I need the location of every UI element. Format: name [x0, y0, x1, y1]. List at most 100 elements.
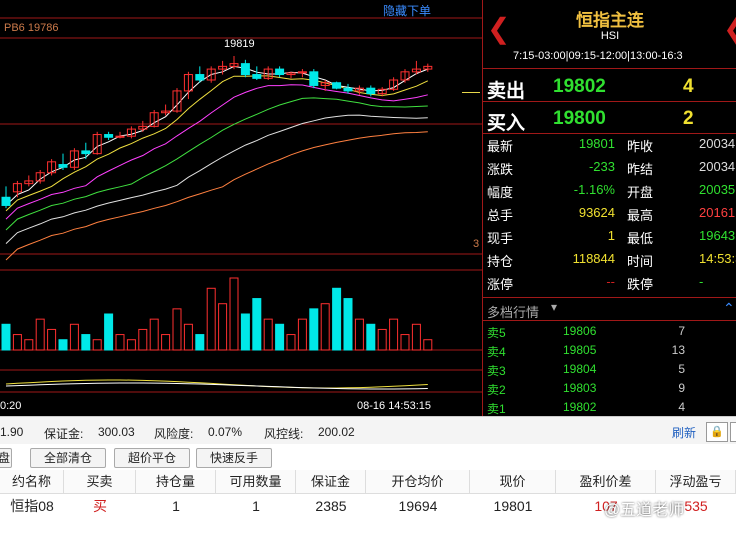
lock-icon[interactable]: 🔒: [706, 422, 728, 442]
stat-value: 20161: [699, 205, 736, 220]
depth-row[interactable]: 卖5 19806 7: [483, 324, 736, 342]
candle-body: [343, 87, 353, 92]
volume-bar: [423, 339, 433, 351]
column-header[interactable]: 保证金: [296, 470, 366, 494]
volume-bar: [206, 287, 216, 351]
over-price-close-button[interactable]: 超价平仓: [114, 448, 190, 468]
hide-order-link[interactable]: 隐藏下单: [383, 2, 431, 19]
volume-bar: [218, 303, 228, 351]
moving-average-line: [5, 65, 428, 206]
divider: [483, 320, 736, 321]
volume-bar: [115, 334, 125, 351]
buy-qty: 2: [683, 108, 694, 129]
buy-row[interactable]: 买入 19800 2: [483, 104, 736, 134]
depth-price: 19802: [563, 400, 597, 414]
volume-bar: [389, 318, 399, 351]
depth-row[interactable]: 卖3 19804 5: [483, 362, 736, 380]
depth-qty: 4: [678, 400, 685, 414]
column-header[interactable]: 可用数量: [216, 470, 296, 494]
column-header[interactable]: 开仓均价: [366, 470, 470, 494]
margin-label: 保证金:: [44, 427, 84, 441]
column-header[interactable]: 买卖: [64, 470, 136, 494]
volume-bar: [69, 323, 79, 351]
control-label: 风控线:: [264, 427, 304, 441]
column-header[interactable]: 浮动盈亏: [656, 470, 736, 494]
depth-label: 卖2: [487, 383, 506, 397]
volume-bar: [377, 328, 387, 351]
divider: [483, 101, 736, 102]
quick-reverse-button[interactable]: 快速反手: [196, 448, 272, 468]
stat-value: -233: [588, 159, 615, 174]
candle-body: [252, 74, 262, 79]
action-bar: 盘 全部清仓 超价平仓 快速反手: [0, 444, 736, 471]
stat-label: 跌停: [627, 277, 654, 292]
sell-label: 卖出: [487, 81, 526, 102]
stat-label: 昨结: [627, 162, 654, 177]
stat-label: 最高: [627, 208, 654, 223]
depth-row[interactable]: 卖4 19805 13: [483, 343, 736, 361]
symbol-code: HSI: [600, 30, 620, 42]
volume-bar: [275, 323, 285, 351]
depth-price: 19803: [563, 381, 597, 395]
volume-bar: [195, 334, 205, 351]
volume-bar: [309, 308, 319, 351]
volume-bar: [92, 339, 102, 351]
volume-bar: [400, 334, 410, 351]
collapse-icon[interactable]: ⌃: [723, 300, 735, 317]
volume-bar: [297, 318, 307, 351]
control-value: 200.02: [318, 425, 355, 439]
trading-hours: 7:15-03:00|09:15-12:00|13:00-16:3: [513, 50, 683, 62]
volume-bar: [12, 334, 22, 351]
candle-body: [58, 164, 68, 168]
table-cell: 19801: [493, 498, 533, 514]
depth-row[interactable]: 卖2 19803 9: [483, 381, 736, 399]
volume-bar: [81, 334, 91, 351]
volume-bar: [320, 303, 330, 351]
volume-bar: [1, 323, 11, 351]
buy-price: 19800: [553, 108, 606, 129]
volume-bar: [240, 313, 250, 351]
kline-svg: [0, 17, 482, 393]
chevron-down-icon[interactable]: ▾: [551, 300, 557, 314]
partial-button[interactable]: 盘: [0, 448, 12, 468]
stat-label: 现手: [487, 231, 514, 246]
stat-value: 20034: [699, 159, 736, 174]
stat-label: 最低: [627, 231, 654, 246]
stat-value: -: [699, 274, 704, 289]
stat-label: 涨停: [487, 277, 514, 292]
close-all-button[interactable]: 全部清仓: [30, 448, 106, 468]
column-header[interactable]: 现价: [470, 470, 556, 494]
panel-icon[interactable]: [730, 422, 736, 442]
stat-label: 持仓: [487, 254, 514, 269]
depth-row[interactable]: 卖1 19802 4: [483, 400, 736, 416]
kline-chart[interactable]: 隐藏下单 PB6 19786 19819 3 0:20 08-16 14:53:…: [0, 0, 482, 416]
watermark: @五道老师: [604, 502, 685, 519]
volume-bar: [58, 339, 68, 351]
volume-bar: [35, 318, 45, 351]
depth-title[interactable]: 多档行情: [487, 302, 539, 321]
sell-row[interactable]: 卖出 19802 4: [483, 72, 736, 102]
table-cell: 1: [252, 498, 260, 514]
table-cell: 19694: [398, 498, 438, 514]
volume-bar: [126, 339, 136, 351]
volume-bar: [252, 298, 262, 351]
depth-label: 卖1: [487, 402, 506, 416]
buy-label: 买入: [487, 113, 526, 134]
candle-body: [104, 134, 114, 138]
volume-bar: [104, 313, 114, 351]
column-header[interactable]: 约名称: [0, 470, 64, 494]
account-bar: 1.90 保证金: 300.03 风险度: 0.07% 风控线: 200.02 …: [0, 416, 736, 445]
stat-value: 93624: [578, 205, 615, 220]
column-header[interactable]: 持仓量: [136, 470, 216, 494]
stat-value: 14:53:3: [699, 251, 736, 266]
time-start: 0:20: [0, 400, 22, 412]
candle-body: [332, 82, 342, 89]
divider: [483, 68, 736, 69]
depth-label: 卖4: [487, 345, 506, 359]
stat-label: 昨收: [627, 139, 654, 154]
stat-value: 1: [607, 228, 615, 243]
column-header[interactable]: 盈利价差: [556, 470, 656, 494]
refresh-link[interactable]: 刷新: [672, 424, 696, 441]
risk-label: 风险度:: [154, 427, 194, 441]
volume-bar: [332, 287, 342, 351]
